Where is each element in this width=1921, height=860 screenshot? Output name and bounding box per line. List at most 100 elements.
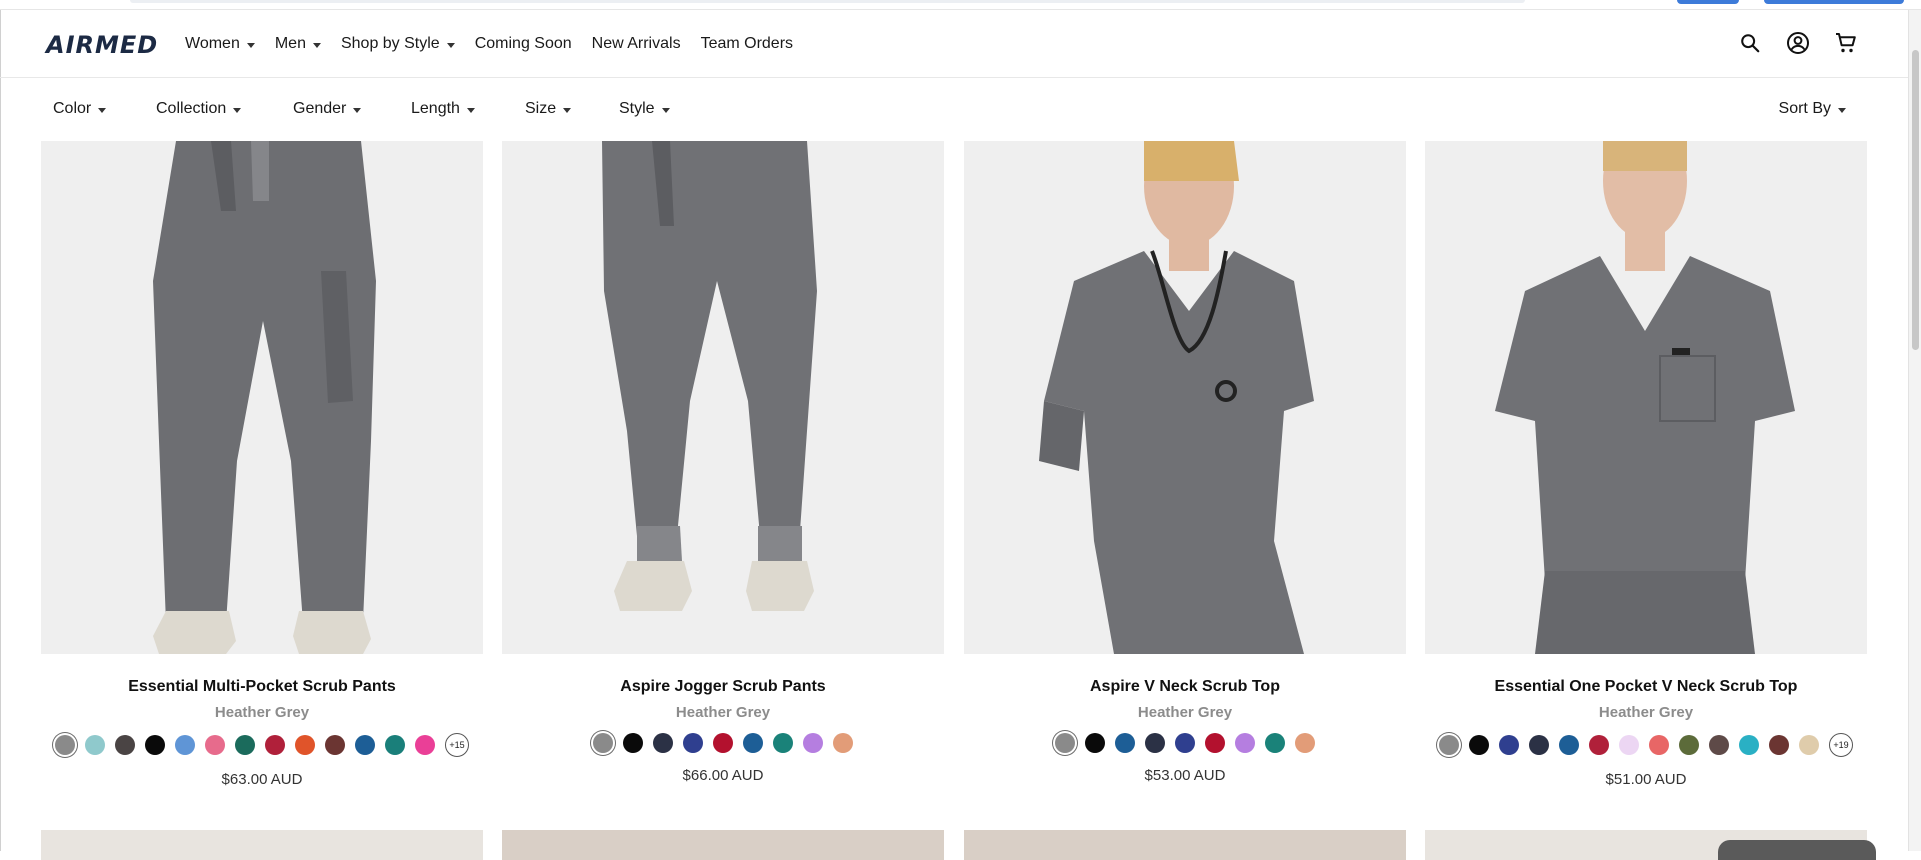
product-card[interactable]: Aspire V Neck Scrub Top Heather Grey $53… (964, 141, 1406, 784)
brand-logo[interactable]: AIRMED (46, 31, 158, 59)
color-swatch[interactable] (115, 735, 135, 755)
color-swatch[interactable] (803, 733, 823, 753)
filter-bar: Color Collection Gender Length Size Styl… (0, 79, 1908, 141)
color-swatches: +19 (1425, 733, 1867, 757)
color-swatch[interactable] (355, 735, 375, 755)
nav-item-label: Women (185, 35, 240, 52)
scrollbar[interactable] (1908, 10, 1921, 851)
color-swatch[interactable] (85, 735, 105, 755)
color-swatch[interactable] (1529, 735, 1549, 755)
color-swatch[interactable] (773, 733, 793, 753)
more-colors-button[interactable]: +19 (1829, 733, 1853, 757)
color-swatch[interactable] (653, 733, 673, 753)
nav-item-men[interactable]: Men (275, 35, 321, 53)
color-swatch[interactable] (1439, 735, 1459, 755)
product-color-name: Heather Grey (214, 704, 310, 721)
color-swatch[interactable] (1679, 735, 1699, 755)
color-swatches: +15 (41, 733, 483, 757)
sort-by-dropdown[interactable]: Sort By (1779, 100, 1846, 118)
filter-style[interactable]: Style (619, 100, 670, 118)
color-swatch[interactable] (1175, 733, 1195, 753)
color-swatch[interactable] (175, 735, 195, 755)
filter-collection[interactable]: Collection (156, 100, 242, 118)
color-swatch[interactable] (1739, 735, 1759, 755)
color-swatch[interactable] (1619, 735, 1639, 755)
product-image[interactable] (1425, 141, 1867, 654)
color-swatch[interactable] (1295, 733, 1315, 753)
color-swatch[interactable] (1055, 733, 1075, 753)
color-swatch[interactable] (1235, 733, 1255, 753)
color-swatch[interactable] (1499, 735, 1519, 755)
color-swatch[interactable] (833, 733, 853, 753)
product-card[interactable]: Essential One Pocket V Neck Scrub Top He… (1425, 141, 1867, 788)
nav-item-women[interactable]: Women (185, 35, 255, 53)
color-swatch[interactable] (235, 735, 255, 755)
color-swatch[interactable] (1115, 733, 1135, 753)
caret-down-icon (1838, 107, 1846, 113)
color-swatch[interactable] (683, 733, 703, 753)
search-icon[interactable] (1736, 29, 1764, 57)
product-title[interactable]: Aspire Jogger Scrub Pants (502, 678, 944, 696)
product-price: $66.00 AUD (682, 767, 764, 784)
product-image[interactable] (41, 830, 483, 860)
color-swatch[interactable] (145, 735, 165, 755)
color-swatch[interactable] (743, 733, 763, 753)
more-colors-button[interactable]: +15 (445, 733, 469, 757)
chat-widget[interactable] (1718, 840, 1876, 860)
caret-down-icon (233, 107, 242, 113)
color-swatch[interactable] (55, 735, 75, 755)
filter-length[interactable]: Length (411, 100, 475, 118)
cart-icon[interactable] (1832, 29, 1860, 57)
product-image[interactable] (964, 141, 1406, 654)
color-swatch[interactable] (1205, 733, 1225, 753)
color-swatch[interactable] (623, 733, 643, 753)
color-swatch[interactable] (1559, 735, 1579, 755)
top-strip-bar (130, 0, 1525, 3)
color-swatch[interactable] (1589, 735, 1609, 755)
color-swatch[interactable] (713, 733, 733, 753)
filter-color[interactable]: Color (53, 100, 107, 118)
caret-down-icon (563, 107, 572, 113)
nav-item-new-arrivals[interactable]: New Arrivals (592, 35, 681, 53)
caret-down-icon (353, 107, 362, 113)
nav-item-coming-soon[interactable]: Coming Soon (475, 35, 572, 53)
color-swatch[interactable] (295, 735, 315, 755)
product-title[interactable]: Aspire V Neck Scrub Top (964, 678, 1406, 696)
caret-down-icon (446, 42, 455, 48)
color-swatch[interactable] (385, 735, 405, 755)
filter-size[interactable]: Size (525, 100, 572, 118)
color-swatch[interactable] (1799, 735, 1819, 755)
color-swatch[interactable] (325, 735, 345, 755)
product-card[interactable]: Essential Multi-Pocket Scrub Pants Heath… (41, 141, 483, 788)
color-swatch[interactable] (1769, 735, 1789, 755)
top-strip-button[interactable] (1764, 0, 1904, 4)
color-swatch[interactable] (205, 735, 225, 755)
top-strip-button[interactable] (1677, 0, 1739, 4)
color-swatch[interactable] (1265, 733, 1285, 753)
product-image[interactable] (964, 830, 1406, 860)
color-swatch[interactable] (415, 735, 435, 755)
color-swatch[interactable] (1145, 733, 1165, 753)
account-icon[interactable] (1784, 29, 1812, 57)
product-card[interactable]: Aspire Jogger Scrub Pants Heather Grey $… (502, 141, 944, 784)
nav-item-label: Team Orders (700, 35, 794, 52)
color-swatch[interactable] (1469, 735, 1489, 755)
color-swatches (502, 733, 944, 753)
color-swatch[interactable] (593, 733, 613, 753)
filter-label: Gender (293, 100, 347, 117)
color-swatch[interactable] (265, 735, 285, 755)
color-swatch[interactable] (1085, 733, 1105, 753)
color-swatch[interactable] (1649, 735, 1669, 755)
nav-item-label: Coming Soon (474, 35, 572, 52)
product-title[interactable]: Essential One Pocket V Neck Scrub Top (1425, 678, 1867, 696)
nav-item-shop-by-style[interactable]: Shop by Style (341, 35, 455, 53)
product-image[interactable] (41, 141, 483, 654)
color-swatch[interactable] (1709, 735, 1729, 755)
product-title[interactable]: Essential Multi-Pocket Scrub Pants (41, 678, 483, 696)
nav-item-team-orders[interactable]: Team Orders (701, 35, 793, 53)
scrollbar-thumb[interactable] (1912, 50, 1919, 350)
product-image[interactable] (502, 141, 944, 654)
filter-gender[interactable]: Gender (293, 100, 362, 118)
product-image[interactable] (502, 830, 944, 860)
caret-down-icon (312, 42, 321, 48)
